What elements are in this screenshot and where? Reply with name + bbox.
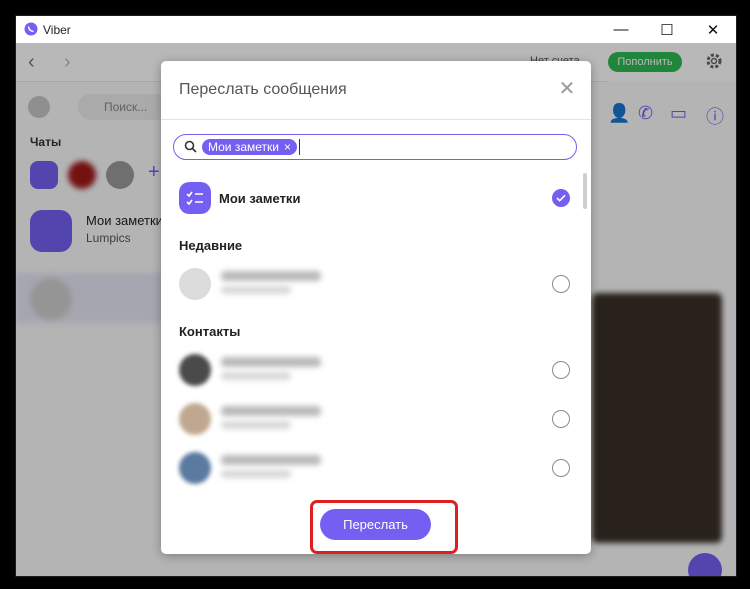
text-caret — [299, 139, 300, 155]
maximize-button[interactable]: ☐ — [644, 16, 690, 43]
blurred-contact-info — [221, 372, 291, 380]
recipient-name: Мои заметки — [219, 191, 301, 206]
notes-icon — [179, 182, 211, 214]
blurred-contact-name — [221, 406, 321, 416]
highlight-frame — [310, 500, 458, 554]
recipient-row[interactable] — [161, 262, 591, 306]
blurred-contact-name — [221, 455, 321, 465]
recipient-row[interactable] — [161, 348, 591, 392]
minimize-icon: — — [613, 21, 629, 38]
window-title: Viber — [43, 23, 71, 37]
contact-avatar — [179, 268, 211, 300]
checkbox-checked-icon[interactable] — [552, 189, 570, 207]
divider — [161, 119, 591, 120]
recipient-row[interactable] — [161, 397, 591, 441]
recipient-row[interactable] — [161, 446, 591, 490]
scrollbar[interactable] — [583, 173, 587, 209]
chip-remove-icon[interactable]: × — [284, 140, 291, 154]
section-contacts: Контакты — [179, 324, 241, 339]
chip-label: Мои заметки — [208, 140, 279, 154]
blurred-contact-info — [221, 470, 291, 478]
radio-button[interactable] — [552, 361, 570, 379]
radio-button[interactable] — [552, 275, 570, 293]
title-bar: Viber — ☐ ✕ — [16, 16, 736, 43]
close-window-icon: ✕ — [706, 21, 720, 39]
contact-avatar — [179, 354, 211, 386]
radio-button[interactable] — [552, 410, 570, 428]
radio-button[interactable] — [552, 459, 570, 477]
blurred-contact-info — [221, 421, 291, 429]
recipient-row-notes[interactable]: Мои заметки — [161, 176, 591, 220]
close-icon[interactable]: ✕ — [557, 79, 577, 99]
selected-recipient-chip[interactable]: Мои заметки × — [202, 139, 298, 155]
forward-dialog: Переслать сообщения ✕ Мои заметки × Мои … — [161, 61, 591, 554]
blurred-contact-info — [221, 286, 291, 294]
section-recent: Недавние — [179, 238, 243, 253]
minimize-button[interactable]: — — [598, 16, 644, 43]
viber-logo-icon — [24, 22, 38, 36]
blurred-contact-name — [221, 357, 321, 367]
blurred-contact-name — [221, 271, 321, 281]
dialog-title: Переслать сообщения — [179, 81, 347, 98]
search-icon — [184, 140, 197, 153]
maximize-icon: ☐ — [660, 21, 674, 39]
contact-avatar — [179, 452, 211, 484]
recipient-search-input[interactable]: Мои заметки × — [173, 134, 577, 160]
contact-avatar — [179, 403, 211, 435]
close-window-button[interactable]: ✕ — [690, 16, 736, 43]
